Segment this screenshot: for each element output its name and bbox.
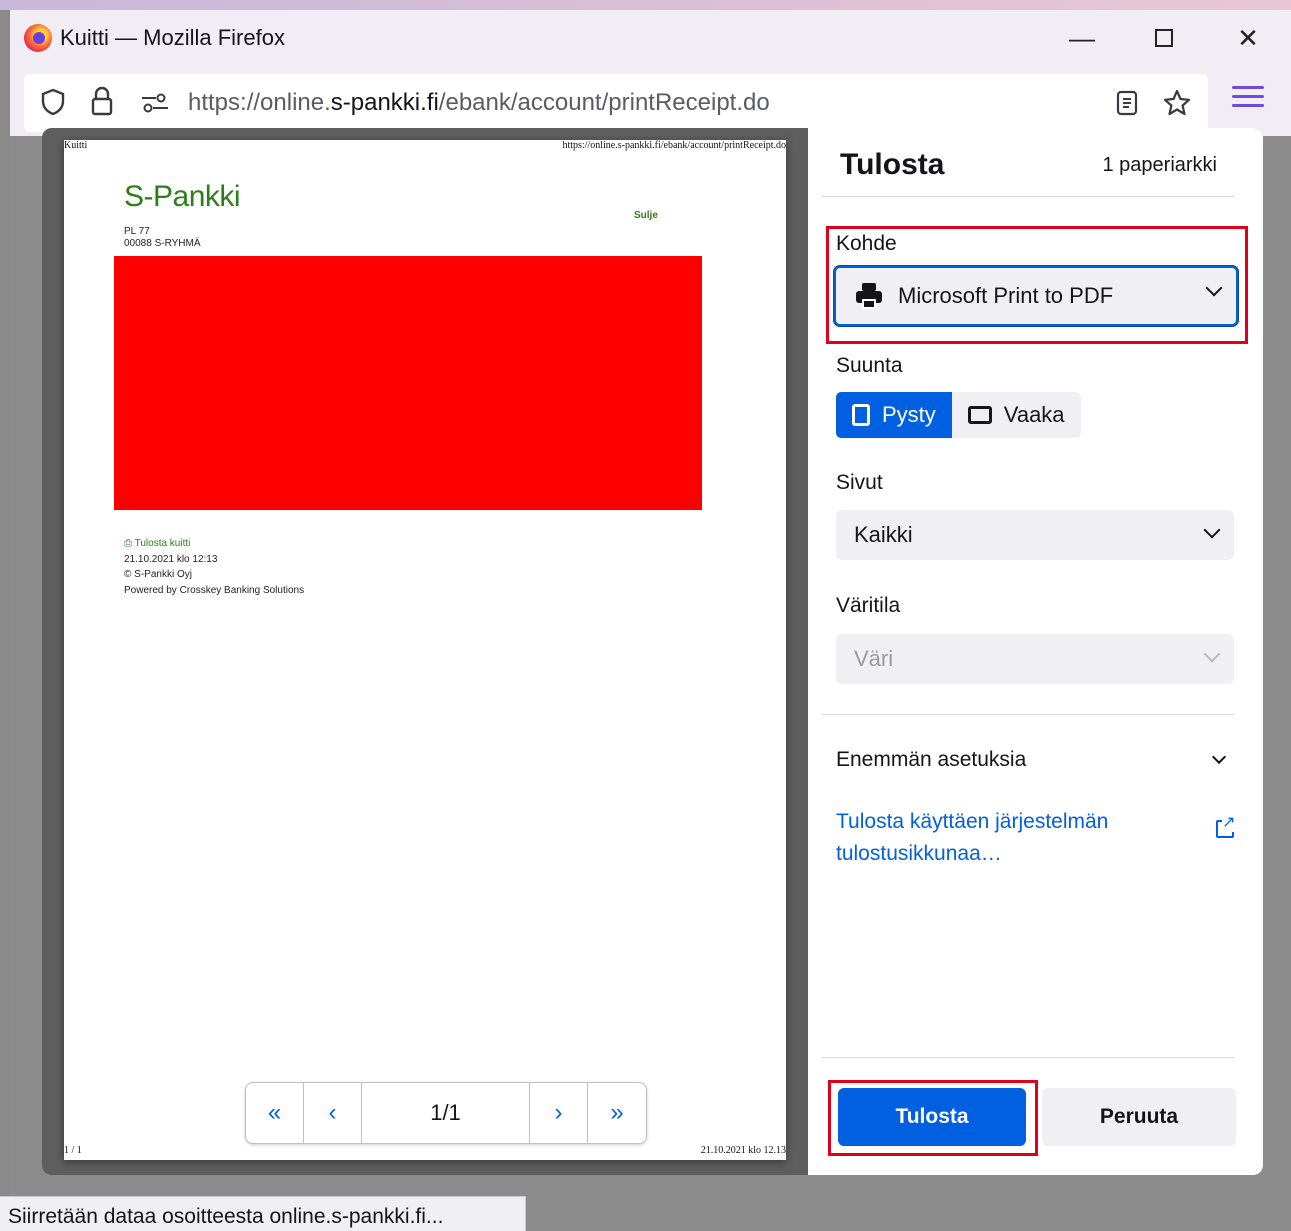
orientation-label: Suunta: [836, 354, 903, 377]
pages-select[interactable]: Kaikki: [836, 510, 1234, 560]
lock-icon[interactable]: [90, 86, 114, 116]
app-menu-icon[interactable]: [1232, 86, 1264, 114]
print-receipt-link: ⎙ Tulosta kuitti: [124, 538, 191, 549]
portrait-option[interactable]: Pysty: [836, 392, 952, 438]
external-link-icon[interactable]: [1216, 812, 1236, 838]
print-dialog: Kuitti https://online.s-pankki.fi/ebank/…: [42, 128, 1263, 1175]
chevron-down-icon: [1205, 279, 1223, 297]
page-number[interactable]: 1/1: [362, 1083, 530, 1143]
more-settings-toggle[interactable]: Enemmän asetuksia: [836, 748, 1234, 772]
last-page-button[interactable]: »: [588, 1083, 646, 1143]
landscape-page-icon: [967, 406, 992, 424]
print-title: Tulosta: [840, 148, 945, 181]
desktop-strip: [0, 0, 1291, 10]
powered-by-text: Powered by Crosskey Banking Solutions: [124, 585, 305, 596]
url-bar[interactable]: https://online.s-pankki.fi/ebank/account…: [24, 74, 1208, 132]
divider: [822, 196, 1234, 197]
landscape-option[interactable]: Vaaka: [951, 392, 1081, 438]
system-dialog-link[interactable]: Tulosta käyttäen järjestelmän tulostusik…: [836, 806, 1176, 870]
page-navigator: « ‹ 1/1 › »: [245, 1082, 647, 1144]
url-domain: s-pankki.fi: [330, 89, 439, 116]
color-mode-label: Väritila: [836, 594, 901, 617]
bank-address: PL 77 00088 S-RYHMÄ: [124, 226, 201, 250]
more-settings-label: Enemmän asetuksia: [836, 748, 1027, 771]
print-button[interactable]: Tulosta: [838, 1088, 1026, 1146]
preview-page: Kuitti https://online.s-pankki.fi/ebank/…: [64, 140, 786, 1160]
navigation-bar: https://online.s-pankki.fi/ebank/account…: [10, 68, 1291, 136]
status-bar: Siirretään dataa osoitteesta online.s-pa…: [0, 1196, 526, 1231]
chevron-down-icon: [1211, 749, 1227, 765]
page-header-url: https://online.s-pankki.fi/ebank/account…: [562, 140, 786, 151]
page-header-title: Kuitti: [64, 140, 88, 151]
print-preview: Kuitti https://online.s-pankki.fi/ebank/…: [42, 128, 808, 1175]
destination-select[interactable]: Microsoft Print to PDF: [834, 266, 1238, 326]
print-settings-panel: Tulosta 1 paperiarkki Kohde Microsoft Pr…: [808, 128, 1263, 1175]
shield-icon[interactable]: [40, 88, 66, 116]
receipt-date: 21.10.2021 klo 12:13: [124, 554, 218, 565]
printer-icon: [856, 283, 882, 309]
maximize-icon: [1155, 29, 1173, 47]
color-mode-value: Väri: [854, 646, 894, 671]
url-path: /ebank/account/printReceipt.do: [438, 89, 770, 116]
close-window-button[interactable]: ✕: [1228, 20, 1268, 56]
landscape-label: Vaaka: [1003, 402, 1065, 427]
chevron-down-icon: [1203, 521, 1221, 539]
firefox-logo-icon: [24, 24, 52, 52]
title-bar: Kuitti — Mozilla Firefox — ✕: [10, 10, 1291, 68]
previous-page-button[interactable]: ‹: [304, 1083, 362, 1143]
copyright-text: © S-Pankki Oyj: [124, 569, 192, 580]
print-receipt-label: Tulosta kuitti: [134, 538, 191, 549]
maximize-button[interactable]: [1144, 20, 1184, 56]
close-link: Sulje: [634, 210, 658, 221]
portrait-page-icon: [852, 404, 870, 426]
bank-logo: S-Pankki: [124, 180, 241, 213]
page-footer-number: 1 / 1: [64, 1145, 82, 1156]
chevron-down-icon: [1203, 645, 1221, 663]
orientation-toggle: Pysty Vaaka: [836, 392, 1081, 438]
url-prefix: https://online.: [188, 89, 331, 116]
receipt-footer-info: ⎙ Tulosta kuitti 21.10.2021 klo 12:13 © …: [124, 536, 304, 599]
redacted-area: [114, 256, 702, 510]
next-page-button[interactable]: ›: [530, 1083, 588, 1143]
divider: [822, 714, 1234, 715]
cancel-button[interactable]: Peruuta: [1042, 1088, 1236, 1146]
destination-label: Kohde: [836, 232, 897, 255]
first-page-button[interactable]: «: [246, 1083, 304, 1143]
divider: [822, 1057, 1234, 1058]
minimize-button[interactable]: —: [1062, 20, 1102, 56]
pages-label: Sivut: [836, 471, 883, 494]
portrait-label: Pysty: [882, 402, 936, 427]
reader-view-icon[interactable]: [1116, 90, 1138, 116]
destination-value: Microsoft Print to PDF: [898, 283, 1114, 308]
bookmark-star-icon[interactable]: [1162, 88, 1192, 118]
sheet-count: 1 paperiarkki: [1102, 154, 1217, 176]
pages-value: Kaikki: [854, 522, 913, 547]
address-line-1: PL 77: [124, 226, 150, 237]
url-text[interactable]: https://online.s-pankki.fi/ebank/account…: [188, 89, 770, 117]
address-line-2: 00088 S-RYHMÄ: [124, 238, 201, 249]
page-footer-date: 21.10.2021 klo 12.13: [700, 1145, 786, 1156]
color-mode-select[interactable]: Väri: [836, 634, 1234, 684]
window-title: Kuitti — Mozilla Firefox: [60, 25, 285, 50]
permissions-icon[interactable]: [140, 92, 170, 114]
